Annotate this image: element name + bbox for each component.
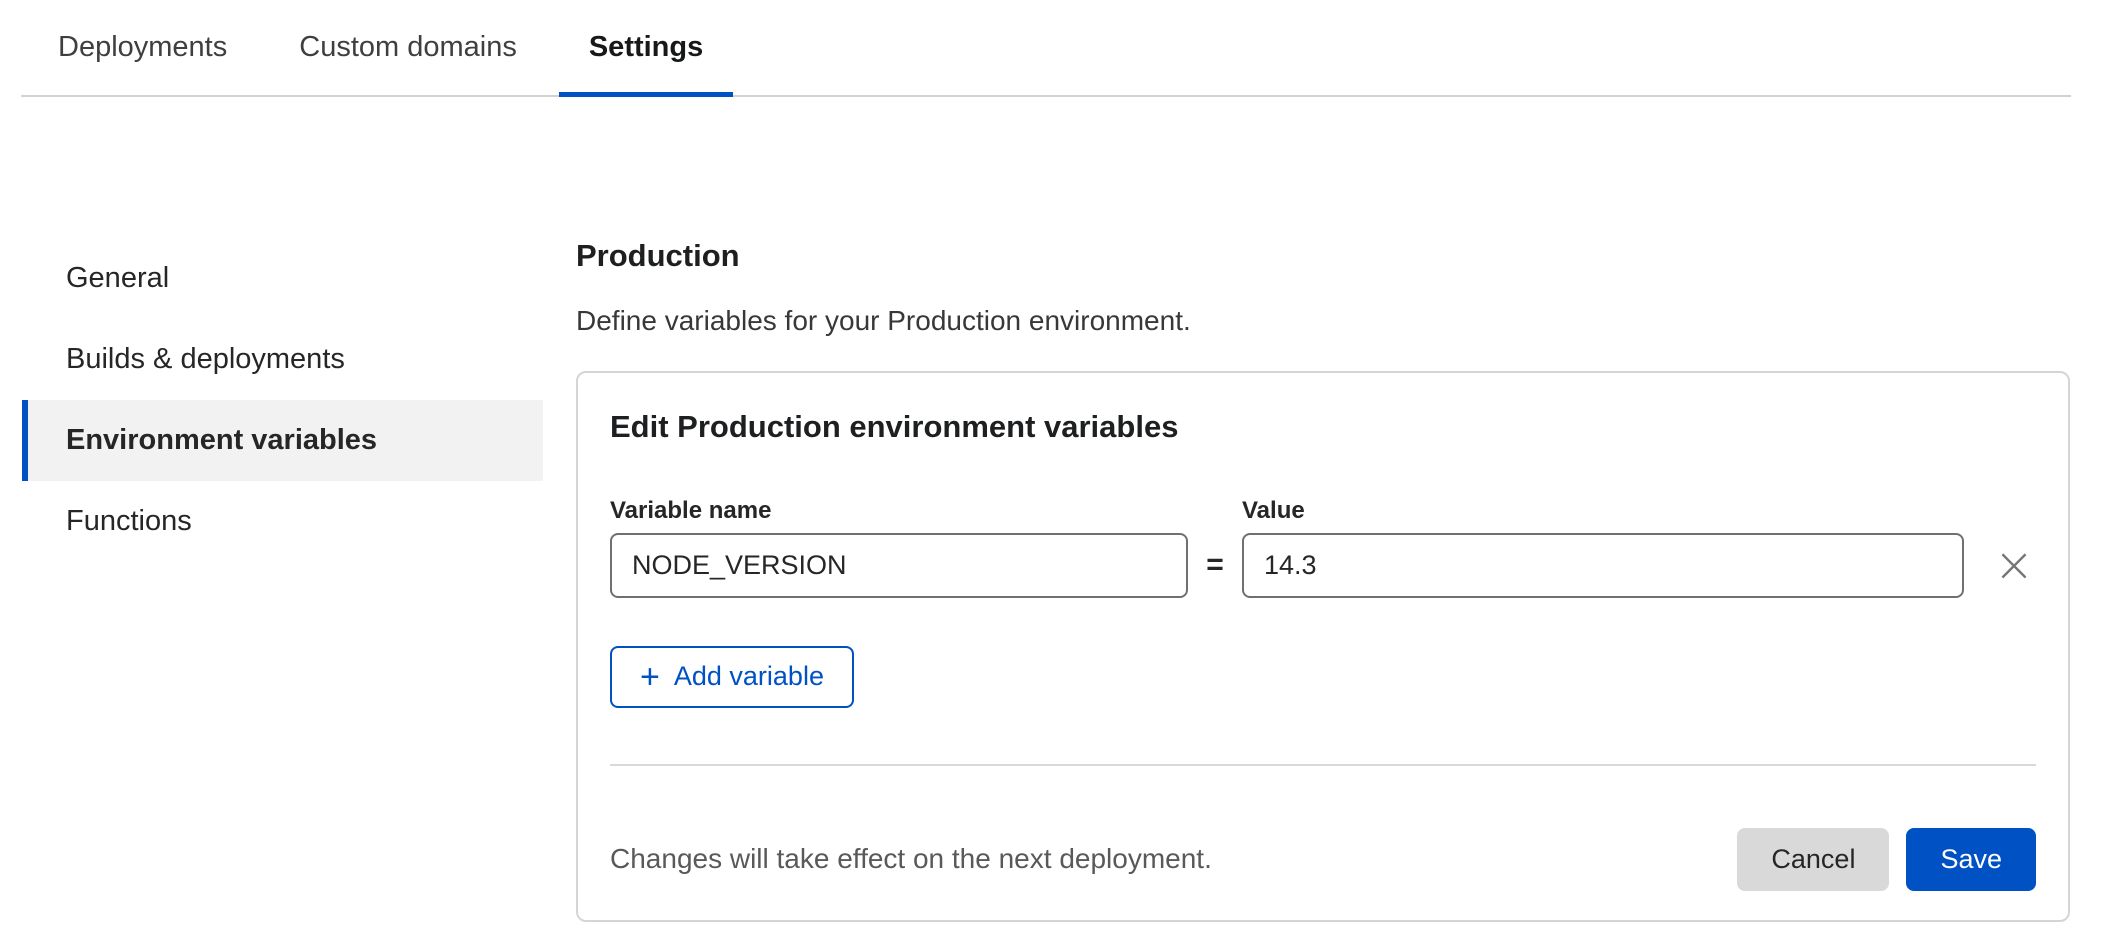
sidebar-item-functions[interactable]: Functions xyxy=(22,481,543,562)
cancel-button[interactable]: Cancel xyxy=(1737,828,1889,891)
card-heading: Edit Production environment variables xyxy=(610,409,2036,445)
equals-sign: = xyxy=(1188,548,1242,582)
card-divider xyxy=(610,764,2036,766)
page-title: Production xyxy=(576,238,2070,274)
variable-name-label: Variable name xyxy=(610,497,1188,525)
plus-icon: + xyxy=(640,660,660,694)
sidebar-item-builds-deployments-label: Builds & deployments xyxy=(66,343,345,376)
sidebar-item-environment-variables-label: Environment variables xyxy=(66,424,377,457)
sidebar-item-builds-deployments[interactable]: Builds & deployments xyxy=(22,319,543,400)
sidebar-item-environment-variables[interactable]: Environment variables xyxy=(22,400,543,481)
card-footer: Changes will take effect on the next dep… xyxy=(610,828,2036,891)
sidebar-item-general[interactable]: General xyxy=(22,238,543,319)
tab-custom-domains-label: Custom domains xyxy=(299,31,517,64)
add-variable-button[interactable]: + Add variable xyxy=(610,646,854,708)
sidebar-item-general-label: General xyxy=(66,262,169,295)
page-description: Define variables for your Production env… xyxy=(576,304,2070,338)
variable-row: = × xyxy=(610,533,2036,598)
variable-value-input[interactable] xyxy=(1242,533,1964,598)
footer-note: Changes will take effect on the next dep… xyxy=(610,843,1212,875)
field-labels-row: Variable name Value xyxy=(610,497,2036,525)
tab-custom-domains[interactable]: Custom domains xyxy=(269,0,547,95)
sidebar-item-functions-label: Functions xyxy=(66,505,192,538)
labels-spacer xyxy=(1188,497,1242,525)
variable-name-input[interactable] xyxy=(610,533,1188,598)
settings-sidebar: General Builds & deployments Environment… xyxy=(22,238,543,562)
value-label: Value xyxy=(1242,497,1305,525)
footer-actions: Cancel Save xyxy=(1737,828,2036,891)
main-content: Production Define variables for your Pro… xyxy=(576,0,2070,922)
tab-deployments[interactable]: Deployments xyxy=(28,0,257,95)
environment-variables-card: Edit Production environment variables Va… xyxy=(576,371,2070,922)
add-variable-label: Add variable xyxy=(674,661,824,692)
save-button[interactable]: Save xyxy=(1906,828,2036,891)
remove-variable-icon[interactable]: × xyxy=(1992,537,2036,593)
tab-deployments-label: Deployments xyxy=(58,31,227,64)
